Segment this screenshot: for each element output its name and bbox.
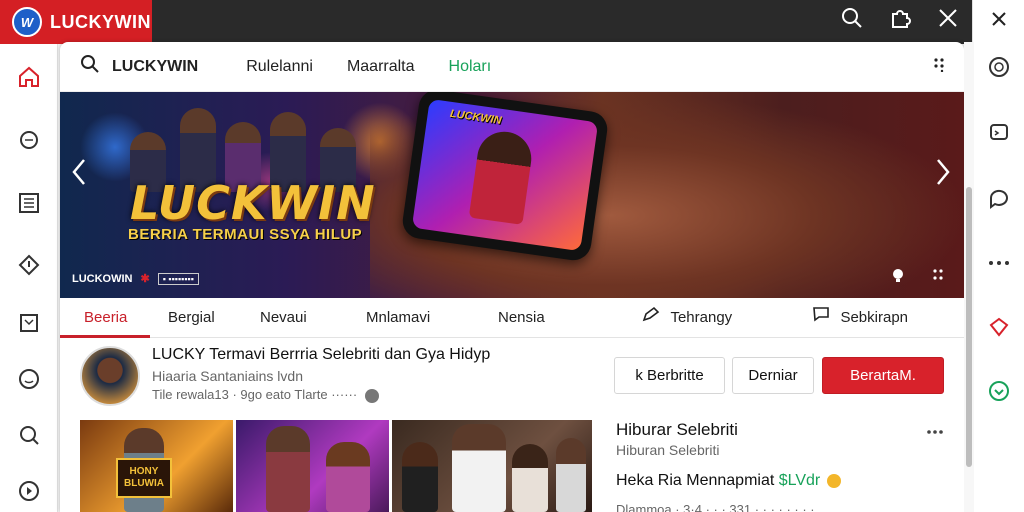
side-card-subtitle: Hiburan Selebriti <box>616 442 720 458</box>
brand[interactable]: W LUCKYWIN <box>0 0 152 44</box>
chat-icon[interactable] <box>16 128 42 154</box>
tab-tehrangy[interactable]: Tehrangy <box>642 298 732 338</box>
nav-link-1[interactable]: Rulelanni <box>246 58 313 76</box>
brand-logo-icon: W <box>12 7 42 37</box>
close-icon[interactable] <box>986 6 1012 32</box>
right-rail <box>972 0 1024 512</box>
extension-icon[interactable] <box>888 6 912 30</box>
top-toolbar <box>840 6 960 30</box>
chat-icon <box>812 307 834 326</box>
circle-icon[interactable] <box>986 54 1012 80</box>
chevron-left-icon[interactable] <box>64 158 94 193</box>
info-icon[interactable] <box>16 252 42 278</box>
thumbnail-label: HONY BLUWIA <box>116 458 172 498</box>
home-icon[interactable] <box>16 64 42 90</box>
thumbnail-3[interactable] <box>392 420 592 512</box>
flower-icon: ✱ <box>140 273 150 285</box>
derniar-button[interactable]: Derniar <box>732 357 814 394</box>
phone-image: LUCKWIN <box>400 92 610 263</box>
hero-controls <box>892 268 944 287</box>
side-card-title[interactable]: Hiburar Selebriti <box>616 420 738 440</box>
berartam-button[interactable]: BerartaM. <box>822 357 944 394</box>
smile-icon[interactable] <box>16 366 42 392</box>
tab-nevaui[interactable]: Nevaui <box>260 298 307 338</box>
tab-sebkirapn[interactable]: Sebkirapn <box>812 298 908 338</box>
tab-mnlamavi[interactable]: Mnlamavi <box>366 298 430 338</box>
play-icon[interactable] <box>16 478 42 504</box>
more-icon[interactable] <box>932 268 944 287</box>
site-navbar: LUCKYWIN Rulelanni Maarralta Hoları <box>60 42 964 92</box>
list-icon[interactable] <box>16 190 42 216</box>
hero-badge-text: LUCKOWIN <box>72 272 133 285</box>
comment-icon[interactable] <box>986 186 1012 212</box>
active-tab-indicator <box>60 335 150 338</box>
more-icon[interactable] <box>986 250 1012 276</box>
post-meta-secondary: Tile rewala13 · 9go eato Tlarte ······ <box>152 387 379 403</box>
tab-nensia[interactable]: Nensia <box>498 298 545 338</box>
nav-link-3[interactable]: Hoları <box>449 58 492 76</box>
more-icon[interactable] <box>932 56 948 77</box>
hero-subtitle: BERRIA TERMAUI SSYA HILUP <box>128 226 363 243</box>
tab-beeria[interactable]: Beeria <box>84 298 127 338</box>
nav-link-2[interactable]: Maarralta <box>347 58 415 76</box>
more-icon[interactable] <box>926 422 944 440</box>
bookmark-icon[interactable] <box>16 310 42 336</box>
hero-badge-chip: ▪ ▪▪▪▪▪▪▪▪ <box>157 272 199 285</box>
left-rail <box>0 44 58 512</box>
phone-person <box>468 128 535 225</box>
site-name[interactable]: LUCKYWIN <box>112 58 198 76</box>
search-icon[interactable] <box>840 6 864 30</box>
download-icon[interactable] <box>986 378 1012 404</box>
browser-window: LUCKYWIN Rulelanni Maarralta Hoları LUCK… <box>60 42 964 512</box>
category-tabs: Beeria Bergial Nevaui Mnlamavi Nensia Te… <box>60 298 964 338</box>
chevron-right-icon[interactable] <box>928 158 958 193</box>
bulb-icon[interactable] <box>892 268 904 287</box>
chat-bubble-icon[interactable] <box>986 120 1012 146</box>
globe-icon <box>364 388 379 403</box>
post-meta: Hiaaria Santaniains lvdn <box>152 368 303 384</box>
phone-logo: LUCKWIN <box>449 107 503 127</box>
tab-bergial[interactable]: Bergial <box>168 298 215 338</box>
search-icon[interactable] <box>16 422 42 448</box>
pen-icon <box>642 306 664 326</box>
side-card-line: Heka Ria Mennapmiat $LVdr <box>616 472 841 490</box>
hero-title: LUCKWIN <box>130 176 376 230</box>
thumbnail-2[interactable] <box>236 420 389 512</box>
price-text: $LVdr <box>778 472 821 489</box>
side-card-footer: Dlammoa · 3·4 · · · 331 · · · · · · · · <box>616 502 815 512</box>
berbritte-button[interactable]: k Berbritte <box>614 357 725 394</box>
hero-badge: LUCKOWIN ✱ ▪ ▪▪▪▪▪▪▪▪ <box>72 272 199 285</box>
avatar[interactable] <box>80 346 140 406</box>
close-icon[interactable] <box>936 6 960 30</box>
hero-banner[interactable]: LUCKWIN LUCKWIN BERRIA TERMAUI SSYA HILU… <box>60 92 964 298</box>
post-title[interactable]: LUCKY Termavi Berrria Selebriti dan Gya … <box>152 346 490 364</box>
brand-name: LUCKYWIN <box>50 11 151 32</box>
thumbnail-1[interactable]: HONY BLUWIA <box>80 420 233 512</box>
scroll-thumb[interactable] <box>966 187 972 467</box>
top-bar: W LUCKYWIN <box>0 0 1024 44</box>
search-icon[interactable] <box>80 54 104 80</box>
scrollbar[interactable] <box>964 42 974 512</box>
gem-icon[interactable] <box>986 314 1012 340</box>
coin-icon <box>826 473 841 488</box>
